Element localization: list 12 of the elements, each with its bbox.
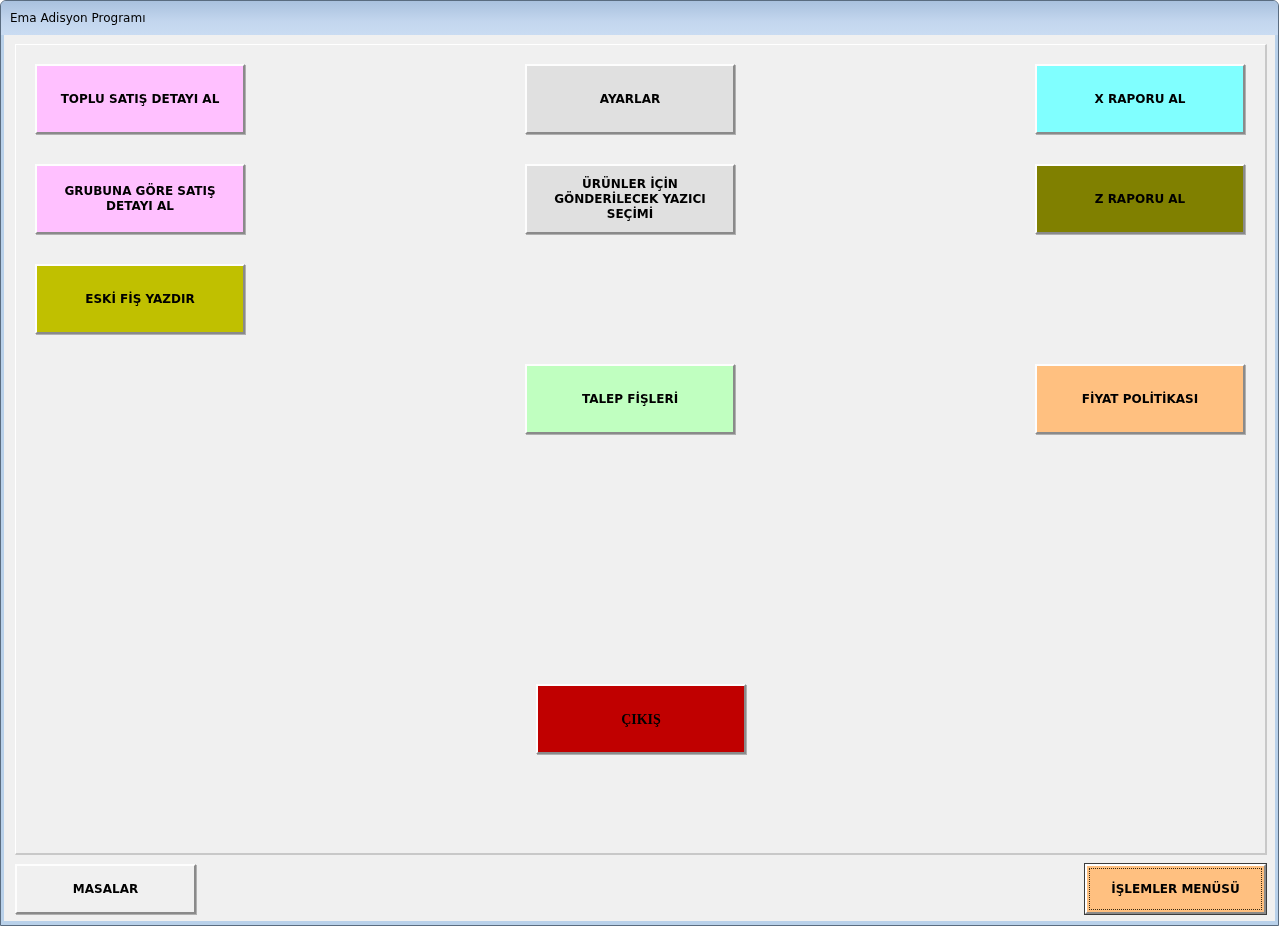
- menu-button[interactable]: TOPLU SATIŞ DETAYI AL: [35, 64, 245, 134]
- menu-button[interactable]: TALEP FİŞLERİ: [525, 364, 735, 434]
- window-title: Ema Adisyon Programı: [10, 11, 146, 25]
- nav-button[interactable]: MASALAR: [15, 864, 196, 914]
- nav-button[interactable]: İŞLEMLER MENÜSÜ: [1085, 864, 1266, 914]
- menu-button[interactable]: ÜRÜNLER İÇİN GÖNDERİLECEK YAZICI SEÇİMİ: [525, 164, 735, 234]
- menu-button[interactable]: X RAPORU AL: [1035, 64, 1245, 134]
- menu-button[interactable]: ESKİ FİŞ YAZDIR: [35, 264, 245, 334]
- menu-button[interactable]: FİYAT POLİTİKASI: [1035, 364, 1245, 434]
- menu-button[interactable]: Z RAPORU AL: [1035, 164, 1245, 234]
- menu-button[interactable]: GRUBUNA GÖRE SATIŞ DETAYI AL: [35, 164, 245, 234]
- menu-button[interactable]: AYARLAR: [525, 64, 735, 134]
